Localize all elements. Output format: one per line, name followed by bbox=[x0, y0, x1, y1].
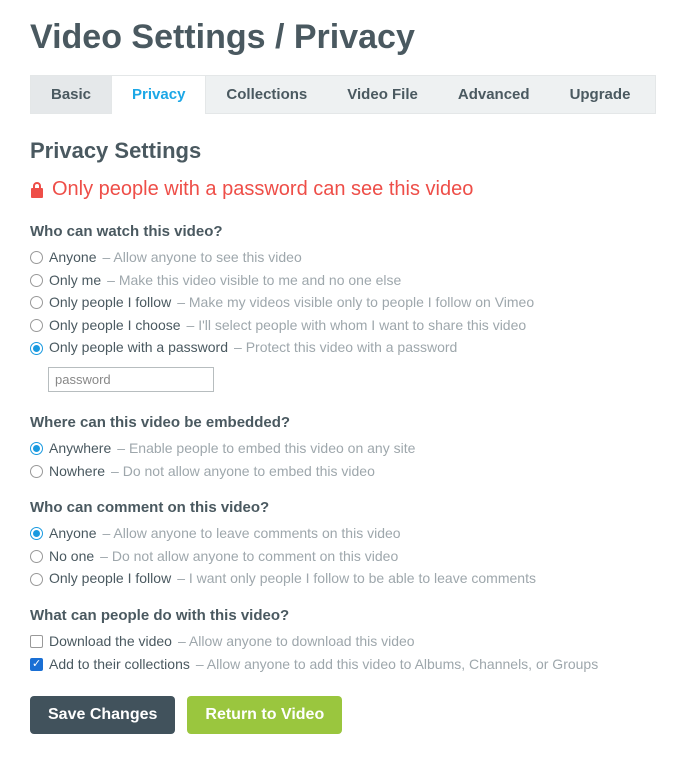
embed-option-anywhere[interactable]: Anywhere Enable people to embed this vid… bbox=[30, 439, 656, 459]
radio-password[interactable] bbox=[30, 342, 43, 355]
page-title: Video Settings / Privacy bbox=[30, 18, 656, 57]
embed-question: Where can this video be embedded? bbox=[30, 414, 656, 431]
tab-privacy[interactable]: Privacy bbox=[111, 76, 206, 114]
tab-video-file[interactable]: Video File bbox=[327, 76, 438, 113]
watch-option-anyone[interactable]: Anyone Allow anyone to see this video bbox=[30, 248, 656, 268]
tab-collections[interactable]: Collections bbox=[206, 76, 327, 113]
privacy-status-text: Only people with a password can see this… bbox=[52, 178, 473, 201]
action-option-download[interactable]: Download the video Allow anyone to downl… bbox=[30, 632, 656, 652]
lock-icon bbox=[30, 181, 44, 198]
radio-anyone[interactable] bbox=[30, 251, 43, 264]
tab-upgrade[interactable]: Upgrade bbox=[550, 76, 651, 113]
return-button[interactable]: Return to Video bbox=[187, 696, 342, 734]
watch-question: Who can watch this video? bbox=[30, 223, 656, 240]
comment-option-noone[interactable]: No one Do not allow anyone to comment on… bbox=[30, 547, 656, 567]
settings-tabs: Basic Privacy Collections Video File Adv… bbox=[30, 75, 656, 114]
privacy-status: Only people with a password can see this… bbox=[30, 178, 656, 201]
checkbox-collections[interactable] bbox=[30, 658, 43, 671]
comment-option-follow[interactable]: Only people I follow I want only people … bbox=[30, 569, 656, 589]
radio-embed-nowhere[interactable] bbox=[30, 465, 43, 478]
radio-only-me[interactable] bbox=[30, 274, 43, 287]
checkbox-download[interactable] bbox=[30, 635, 43, 648]
radio-embed-anywhere[interactable] bbox=[30, 442, 43, 455]
comment-option-anyone[interactable]: Anyone Allow anyone to leave comments on… bbox=[30, 524, 656, 544]
radio-comment-anyone[interactable] bbox=[30, 527, 43, 540]
watch-option-only-me[interactable]: Only me Make this video visible to me an… bbox=[30, 271, 656, 291]
radio-choose[interactable] bbox=[30, 319, 43, 332]
radio-comment-follow[interactable] bbox=[30, 573, 43, 586]
comment-question: Who can comment on this video? bbox=[30, 499, 656, 516]
actions-question: What can people do with this video? bbox=[30, 607, 656, 624]
embed-option-nowhere[interactable]: Nowhere Do not allow anyone to embed thi… bbox=[30, 462, 656, 482]
watch-option-password[interactable]: Only people with a password Protect this… bbox=[30, 338, 656, 358]
password-input[interactable] bbox=[48, 367, 214, 392]
save-button[interactable]: Save Changes bbox=[30, 696, 175, 734]
section-heading: Privacy Settings bbox=[30, 138, 656, 164]
tab-advanced[interactable]: Advanced bbox=[438, 76, 550, 113]
tab-basic[interactable]: Basic bbox=[31, 76, 111, 113]
radio-comment-noone[interactable] bbox=[30, 550, 43, 563]
watch-option-follow[interactable]: Only people I follow Make my videos visi… bbox=[30, 293, 656, 313]
action-option-collections[interactable]: Add to their collections Allow anyone to… bbox=[30, 655, 656, 675]
radio-follow[interactable] bbox=[30, 296, 43, 309]
watch-option-choose[interactable]: Only people I choose I'll select people … bbox=[30, 316, 656, 336]
